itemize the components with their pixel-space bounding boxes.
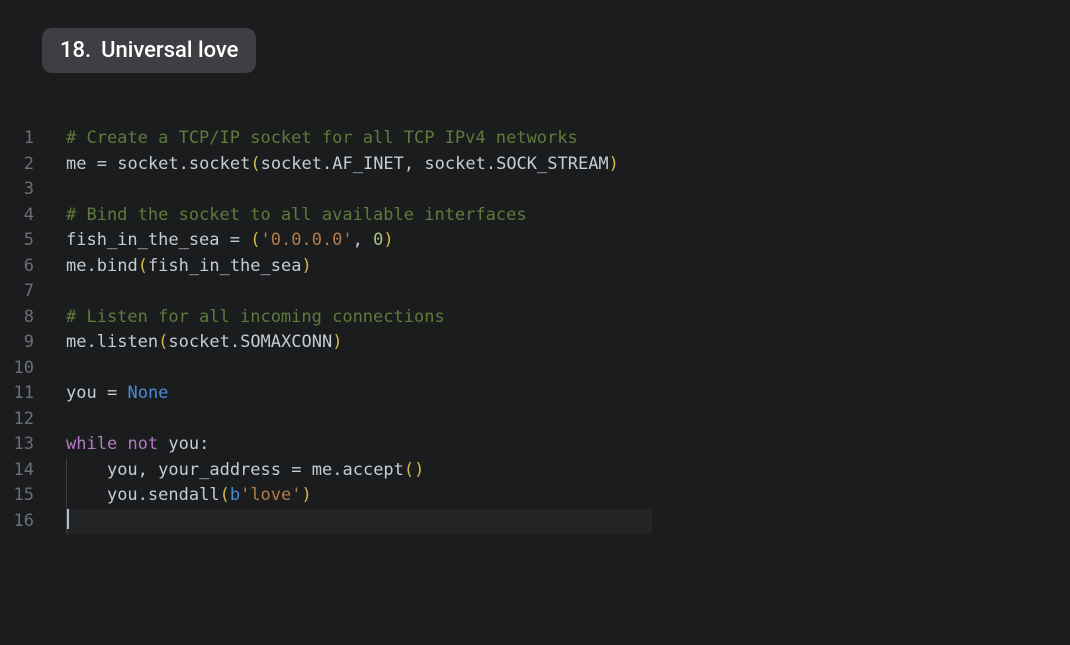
line-number: 9 [0, 330, 48, 356]
text-cursor [67, 509, 69, 529]
indent-guide [66, 509, 67, 535]
code-content[interactable]: me = socket.socket(socket.AF_INET, socke… [48, 152, 619, 178]
line-number: 3 [0, 177, 48, 203]
line-number: 4 [0, 203, 48, 229]
code-line[interactable]: 2me = socket.socket(socket.AF_INET, sock… [0, 152, 1070, 178]
code-line[interactable]: 16 [0, 509, 1070, 535]
code-content[interactable]: you.sendall(b'love') [48, 483, 312, 509]
line-number: 7 [0, 279, 48, 305]
slide-number: 18. [60, 38, 91, 63]
line-number: 13 [0, 432, 48, 458]
slide-title: Universal love [101, 38, 238, 63]
code-content[interactable]: me.listen(socket.SOMAXCONN) [48, 330, 342, 356]
code-line[interactable]: 3 [0, 177, 1070, 203]
code-content[interactable]: # Listen for all incoming connections [48, 305, 445, 331]
code-content[interactable] [48, 509, 69, 535]
code-content[interactable]: while not you: [48, 432, 209, 458]
code-line[interactable]: 4# Bind the socket to all available inte… [0, 203, 1070, 229]
line-number: 15 [0, 483, 48, 509]
line-number: 5 [0, 228, 48, 254]
code-line[interactable]: 12 [0, 407, 1070, 433]
line-number: 14 [0, 458, 48, 484]
code-content[interactable]: fish_in_the_sea = ('0.0.0.0', 0) [48, 228, 394, 254]
code-line[interactable]: 7 [0, 279, 1070, 305]
line-number: 8 [0, 305, 48, 331]
code-line[interactable]: 6me.bind(fish_in_the_sea) [0, 254, 1070, 280]
code-line[interactable]: 1# Create a TCP/IP socket for all TCP IP… [0, 126, 1070, 152]
line-number: 12 [0, 407, 48, 433]
code-editor[interactable]: 1# Create a TCP/IP socket for all TCP IP… [0, 126, 1070, 534]
code-line[interactable]: 13while not you: [0, 432, 1070, 458]
code-content[interactable]: you = None [48, 381, 168, 407]
indent-guide [66, 458, 67, 484]
line-number: 16 [0, 509, 48, 535]
slide-tag: 18. Universal love [42, 28, 256, 73]
code-line[interactable]: 9me.listen(socket.SOMAXCONN) [0, 330, 1070, 356]
active-line-highlight [66, 509, 652, 535]
indent-guide [66, 483, 67, 509]
code-line[interactable]: 8# Listen for all incoming connections [0, 305, 1070, 331]
line-number: 1 [0, 126, 48, 152]
line-number: 10 [0, 356, 48, 382]
code-content[interactable]: # Create a TCP/IP socket for all TCP IPv… [48, 126, 578, 152]
code-line[interactable]: 11you = None [0, 381, 1070, 407]
code-line[interactable]: 10 [0, 356, 1070, 382]
code-content[interactable]: # Bind the socket to all available inter… [48, 203, 527, 229]
line-number: 6 [0, 254, 48, 280]
line-number: 11 [0, 381, 48, 407]
code-line[interactable]: 14 you, your_address = me.accept() [0, 458, 1070, 484]
code-content[interactable]: me.bind(fish_in_the_sea) [48, 254, 312, 280]
line-number: 2 [0, 152, 48, 178]
code-line[interactable]: 5fish_in_the_sea = ('0.0.0.0', 0) [0, 228, 1070, 254]
code-line[interactable]: 15 you.sendall(b'love') [0, 483, 1070, 509]
code-content[interactable]: you, your_address = me.accept() [48, 458, 424, 484]
